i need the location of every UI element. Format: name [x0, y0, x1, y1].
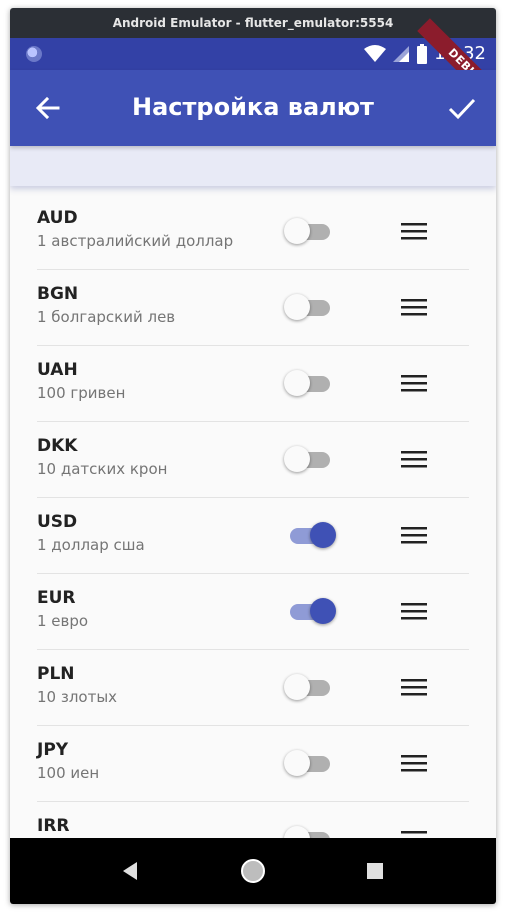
currency-code: PLN — [37, 664, 75, 684]
toggle-thumb — [284, 674, 310, 700]
currency-list: AUD 1 австралийский доллар BGN 1 болгарс… — [10, 186, 496, 878]
currency-code: JPY — [37, 740, 69, 760]
page-title: Настройка валют — [132, 93, 374, 121]
currency-code: EUR — [37, 588, 76, 608]
currency-toggle[interactable] — [284, 367, 336, 399]
battery-icon — [417, 43, 428, 64]
currency-code: USD — [37, 512, 78, 532]
square-recents-icon — [367, 863, 383, 879]
currency-toggle[interactable] — [284, 747, 336, 779]
wifi-icon — [364, 44, 387, 62]
drag-handle-icon — [401, 679, 427, 696]
emulator-window: Android Emulator - flutter_emulator:5554… — [10, 8, 496, 904]
currency-name: 10 злотых — [37, 688, 118, 706]
drag-handle-icon — [401, 755, 427, 772]
header-panel — [10, 146, 496, 186]
toggle-thumb — [284, 750, 310, 776]
nav-recents-button[interactable] — [361, 857, 389, 885]
android-status-bar: 14:32 DEBUG — [10, 18, 496, 116]
currency-name: 10 датских крон — [37, 460, 168, 478]
toggle-thumb — [284, 218, 310, 244]
notification-icon — [26, 46, 42, 62]
drag-handle-icon — [401, 223, 427, 240]
window-title: Android Emulator - flutter_emulator:5554 — [112, 16, 394, 30]
currency-row: UAH 100 гривен — [37, 346, 469, 422]
currency-name: 1 австралийский доллар — [37, 232, 234, 250]
currency-name: 100 иен — [37, 764, 100, 782]
currency-code: BGN — [37, 284, 79, 304]
drag-handle[interactable] — [401, 220, 427, 242]
drag-handle-icon — [401, 375, 427, 392]
currency-code: DKK — [37, 436, 78, 456]
currency-name: 1 доллар сша — [37, 536, 145, 554]
currency-toggle[interactable] — [284, 291, 336, 323]
drag-handle[interactable] — [401, 752, 427, 774]
currency-toggle[interactable] — [284, 595, 336, 627]
cell-signal-icon — [393, 45, 410, 62]
drag-handle[interactable] — [401, 524, 427, 546]
currency-row: DKK 10 датских крон — [37, 422, 469, 498]
confirm-button[interactable] — [446, 92, 478, 124]
currency-row: USD 1 доллар сша — [37, 498, 469, 574]
drag-handle-icon — [401, 299, 427, 316]
currency-name: 1 евро — [37, 612, 89, 630]
currency-row: BGN 1 болгарский лев — [37, 270, 469, 346]
drag-handle[interactable] — [401, 676, 427, 698]
currency-code: AUD — [37, 208, 78, 228]
drag-handle-icon — [401, 603, 427, 620]
drag-handle[interactable] — [401, 372, 427, 394]
drag-handle[interactable] — [401, 296, 427, 318]
drag-handle-icon — [401, 527, 427, 544]
currency-name: 100 гривен — [37, 384, 126, 402]
toggle-thumb — [310, 522, 336, 548]
check-icon — [448, 98, 476, 120]
drag-handle-icon — [401, 451, 427, 468]
circle-home-icon — [241, 859, 265, 883]
currency-code: IRR — [37, 816, 70, 836]
currency-row: PLN 10 злотых — [37, 650, 469, 726]
drag-handle[interactable] — [401, 448, 427, 470]
currency-toggle[interactable] — [284, 443, 336, 475]
android-nav-bar — [10, 838, 496, 904]
nav-back-button[interactable] — [117, 857, 145, 885]
currency-toggle[interactable] — [284, 215, 336, 247]
currency-code: UAH — [37, 360, 78, 380]
triangle-back-icon — [123, 862, 137, 880]
toggle-thumb — [284, 370, 310, 396]
currency-row: EUR 1 евро — [37, 574, 469, 650]
toggle-thumb — [310, 598, 336, 624]
toggle-thumb — [284, 294, 310, 320]
nav-home-button[interactable] — [239, 857, 267, 885]
currency-row: JPY 100 иен — [37, 726, 469, 802]
currency-toggle[interactable] — [284, 519, 336, 551]
toggle-thumb — [284, 446, 310, 472]
currency-toggle[interactable] — [284, 671, 336, 703]
currency-name: 1 болгарский лев — [37, 308, 176, 326]
app-bar: Настройка валют — [10, 70, 496, 146]
drag-handle[interactable] — [401, 600, 427, 622]
currency-row: AUD 1 австралийский доллар — [37, 194, 469, 270]
